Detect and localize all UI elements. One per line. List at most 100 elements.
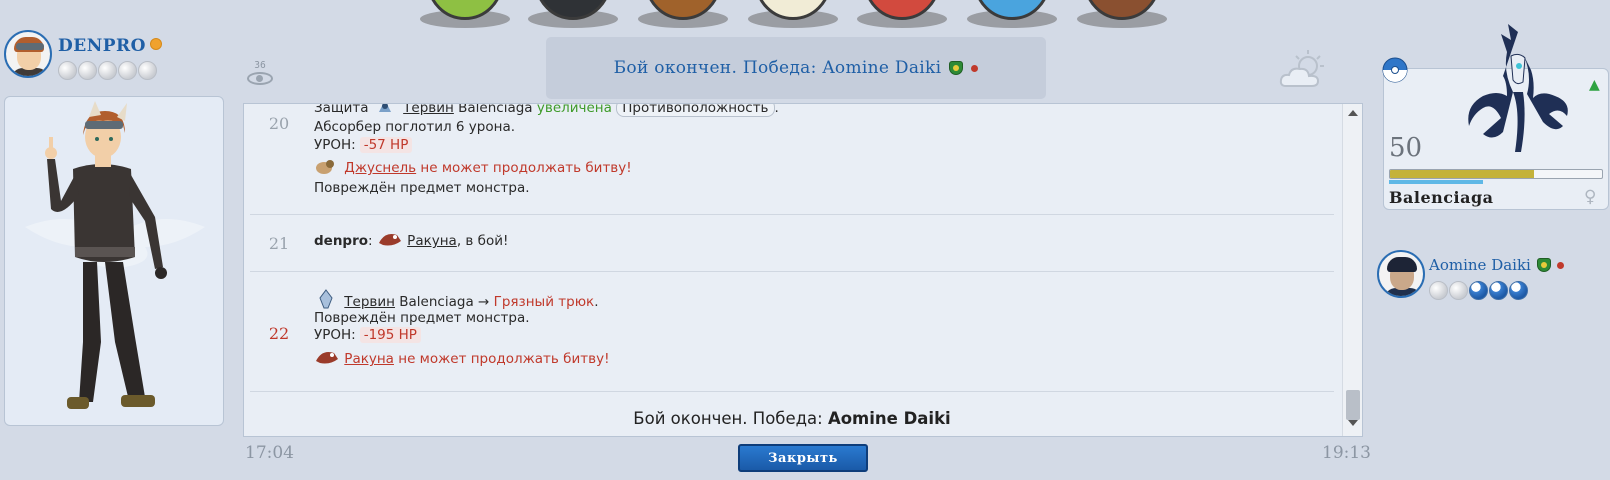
monster-link[interactable]: Ракуна — [344, 351, 394, 367]
log-text: . — [594, 294, 599, 310]
log-entry-turn-22: 22 Тервин Balenciaga → Грязный трюк. Пов… — [250, 272, 1334, 392]
damage-label: УРОН: — [314, 137, 356, 153]
team-ball-icon — [1449, 281, 1468, 300]
final-message: Бой окончен. Победа: Aomine Daiki — [244, 409, 1340, 428]
spectator-counter: 36 — [243, 60, 277, 92]
log-line: Защита Тервин Balenciaga увеличена Проти… — [314, 104, 779, 117]
spectator-count: 36 — [254, 60, 266, 71]
scroll-thumb[interactable] — [1346, 390, 1360, 420]
clan-shield-icon — [949, 61, 964, 75]
pokeball-icon — [1382, 57, 1408, 83]
log-line: Ракуна не может продолжать битву! — [314, 347, 609, 367]
menu-mail-icon[interactable] — [748, 0, 838, 28]
monster-link[interactable]: Джуснель — [344, 160, 416, 176]
log-line: Абсорбер поглотил 6 урона. — [314, 119, 516, 135]
log-text: : — [368, 233, 377, 249]
log-line: УРОН: -57 HP — [314, 137, 413, 153]
opponent-name-row: Aomine Daiki — [1429, 256, 1564, 274]
log-entry-turn-21: 21 denpro: Ракуна, в бой! — [250, 215, 1334, 272]
monster-hp-fill — [1390, 170, 1535, 178]
menu-pokedex-icon[interactable] — [857, 0, 947, 28]
trainer-name: denpro — [314, 233, 369, 249]
scroll-up-arrow-icon[interactable] — [1348, 110, 1358, 116]
monster-mini-icon — [314, 288, 338, 309]
turn-number: 21 — [268, 234, 290, 253]
monster-mini-icon — [373, 104, 397, 116]
turn-number: 20 — [268, 114, 290, 133]
battle-title-banner: Бой окончен. Победа: Aomine Daiki — [546, 37, 1046, 99]
winner-name: Aomine Daiki — [827, 409, 951, 428]
weather-cloudy-icon — [1279, 50, 1324, 87]
opponent-name[interactable]: Aomine Daiki — [1429, 256, 1531, 274]
battle-log-content: 20 Защита Тервин Balenciaga увеличена Пр… — [244, 104, 1340, 436]
menu-bag-icon[interactable] — [420, 0, 510, 28]
owner-name: Balenciaga → — [394, 294, 494, 310]
damage-value: -195 HP — [359, 327, 421, 343]
player-panel: DENPRO — [4, 30, 162, 80]
monster-mini-icon — [314, 156, 338, 176]
player-team-balls — [58, 61, 157, 80]
log-line: Повреждён предмет монстра. — [314, 310, 530, 326]
faint-text: не может продолжать битву! — [393, 351, 610, 367]
menu-pokeball-icon[interactable] — [528, 0, 618, 28]
status-dot-icon — [1556, 261, 1564, 269]
monster-sprite — [1468, 24, 1568, 152]
team-ball-icon — [1509, 281, 1528, 300]
turn-number: 22 — [268, 324, 290, 343]
log-text: , в бой! — [456, 233, 509, 249]
log-text: . — [774, 104, 779, 116]
monster-link[interactable]: Тервин — [344, 294, 395, 310]
team-ball-icon — [58, 61, 77, 80]
player-timer: 17:04 — [245, 443, 294, 463]
stat-up-arrow-icon: ▲ — [1589, 77, 1600, 93]
team-ball-icon — [1489, 281, 1508, 300]
close-button[interactable]: Закрыть — [738, 444, 868, 472]
menu-backpack-icon[interactable] — [638, 0, 728, 28]
monster-hp-bar — [1389, 169, 1603, 179]
monster-name[interactable]: Balenciaga — [1389, 188, 1494, 207]
monster-xp-fill — [1389, 180, 1484, 184]
opponent-team-balls — [1429, 281, 1528, 300]
monster-level: 50 — [1389, 133, 1423, 163]
team-ball-icon — [78, 61, 97, 80]
log-entry-turn-20: 20 Защита Тервин Balenciaga увеличена Пр… — [250, 104, 1334, 215]
owner-name: Balenciaga — [453, 104, 537, 116]
player-avatar[interactable] — [4, 30, 52, 78]
menu-radar-icon[interactable] — [967, 0, 1057, 28]
opponent-panel: Aomine Daiki — [1377, 250, 1564, 300]
log-line: УРОН: -195 HP — [314, 327, 421, 343]
log-line: Повреждён предмет монстра. — [314, 180, 530, 196]
female-gender-icon: ♀ — [1584, 187, 1597, 207]
stat-effect: увеличена — [536, 104, 612, 116]
monster-mini-icon — [314, 347, 338, 367]
trainer-sprite — [25, 101, 205, 409]
battle-log[interactable]: 20 Защита Тервин Balenciaga увеличена Пр… — [243, 103, 1363, 437]
menu-journal-icon[interactable] — [1077, 0, 1167, 28]
eye-icon — [247, 72, 273, 85]
scroll-down-arrow-icon[interactable] — [1348, 420, 1358, 426]
team-ball-icon — [98, 61, 117, 80]
log-line: Тервин Balenciaga → Грязный трюк. — [314, 288, 599, 310]
damage-label: УРОН: — [314, 327, 356, 343]
monster-mini-icon — [377, 229, 401, 249]
trainer-sprite-card — [4, 96, 224, 426]
top-menu — [420, 0, 1200, 30]
opponent-avatar[interactable] — [1377, 250, 1425, 298]
monster-link[interactable]: Ракуна — [407, 233, 457, 249]
log-text: Защита — [314, 104, 373, 116]
team-ball-icon — [1429, 281, 1448, 300]
log-scrollbar[interactable] — [1342, 104, 1362, 436]
online-status-icon — [149, 38, 162, 50]
team-ball-icon — [118, 61, 137, 80]
player-name[interactable]: DENPRO — [58, 36, 146, 56]
clan-shield-icon — [1536, 258, 1551, 272]
final-message-text: Бой окончен. Победа: — [633, 409, 828, 428]
ability-tag: Противоположность — [616, 104, 775, 117]
monster-xp-bar — [1389, 180, 1603, 184]
faint-text: не может продолжать битву! — [416, 160, 632, 176]
team-ball-icon — [1469, 281, 1488, 300]
player-name-row: DENPRO — [58, 36, 162, 56]
damage-value: -57 HP — [359, 137, 413, 153]
monster-link[interactable]: Тервин — [403, 104, 454, 116]
status-dot-icon — [971, 64, 979, 72]
